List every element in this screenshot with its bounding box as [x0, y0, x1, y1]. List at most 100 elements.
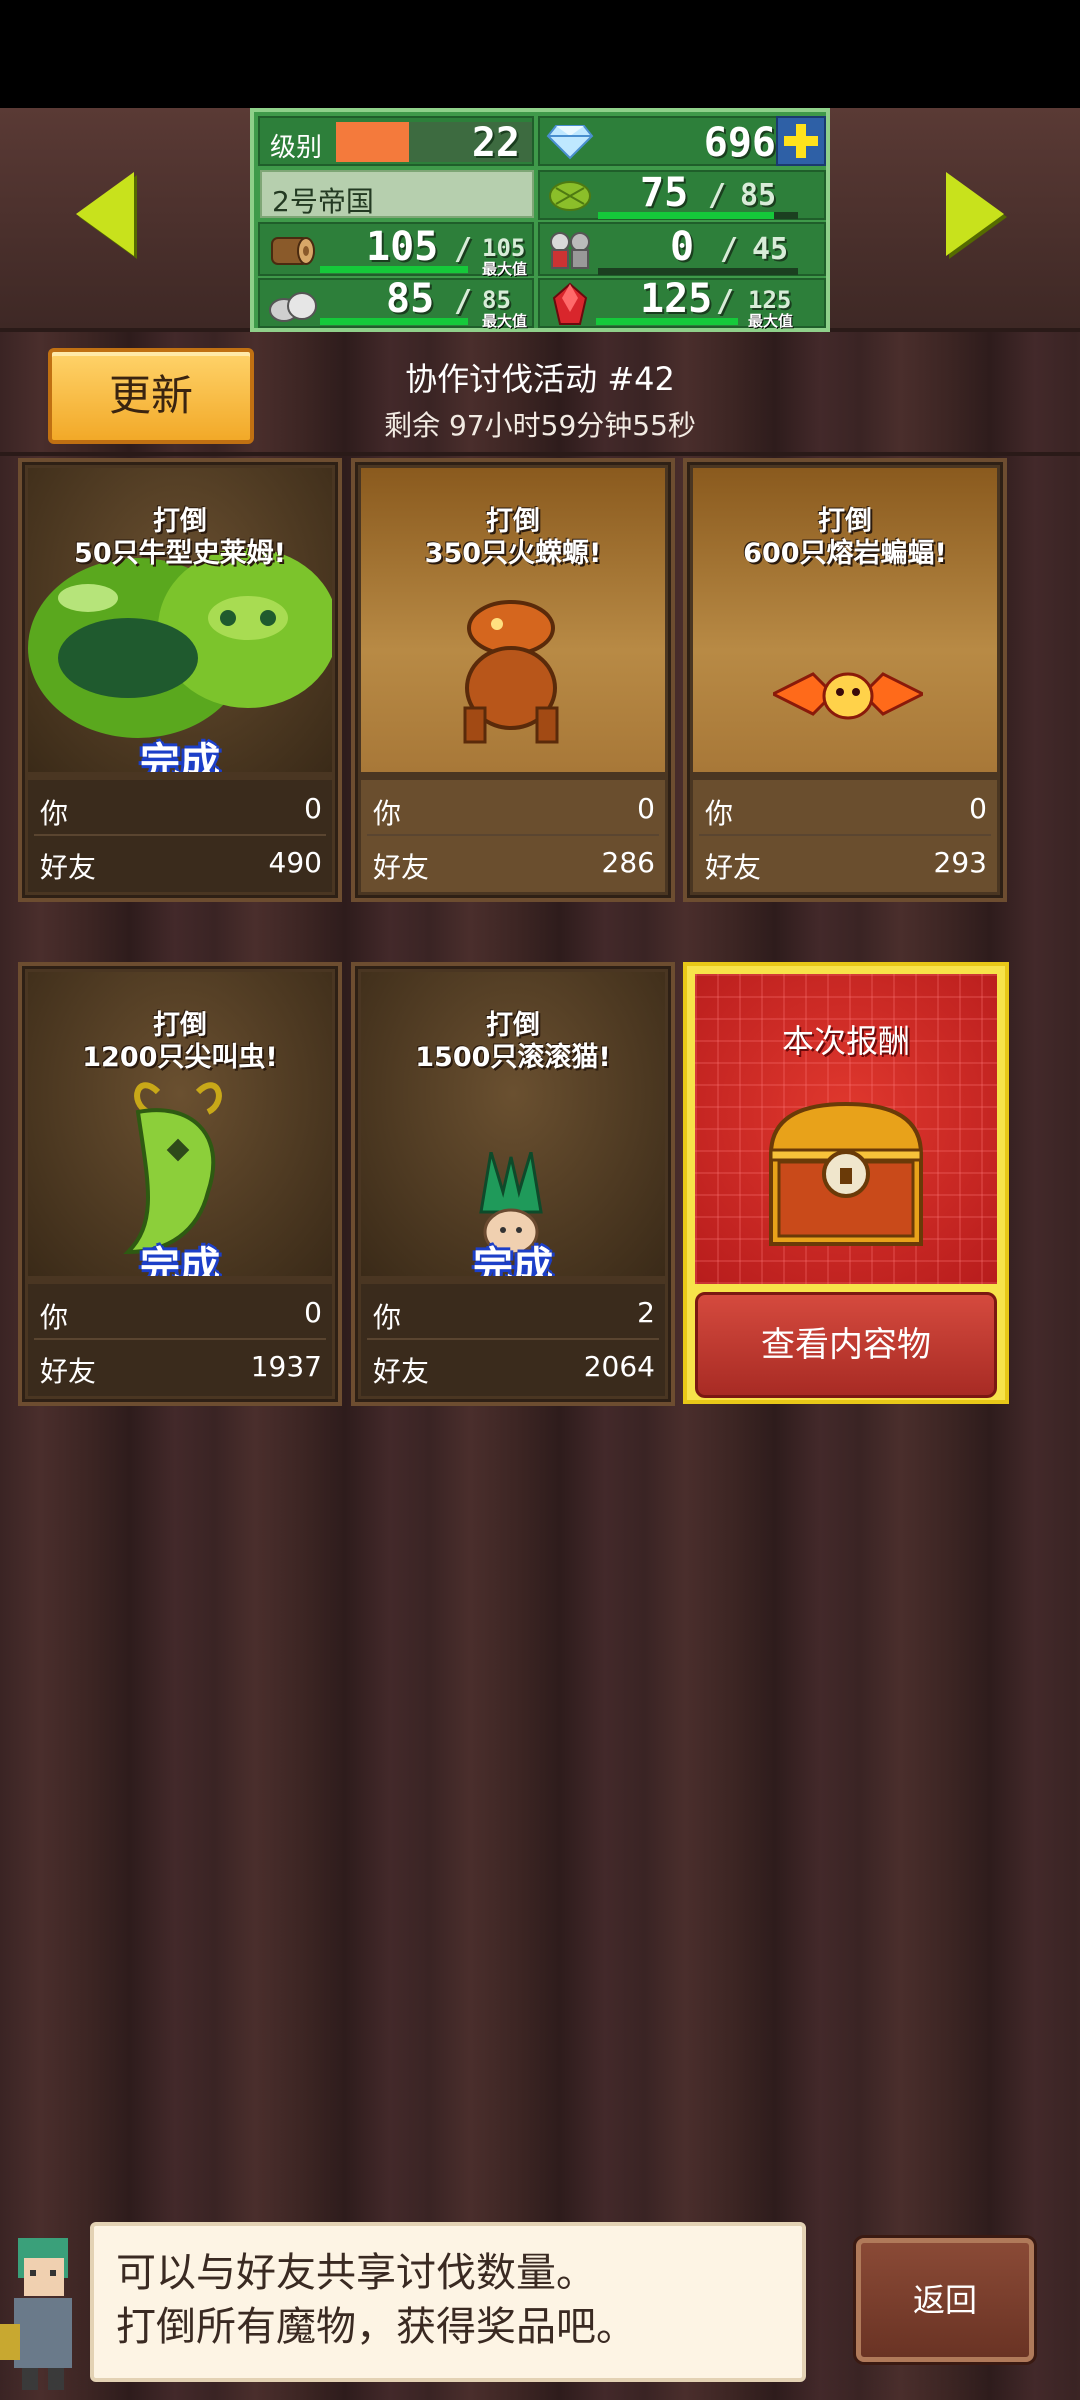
quest-card-cat[interactable]: 打倒 1500只滚滚猫! 完成 你2 好友 2064: [351, 962, 675, 1406]
quest-title: 打倒 1500只滚滚猫!: [361, 1010, 665, 1074]
friends-count: 293: [933, 846, 987, 879]
you-label: 你: [40, 797, 69, 830]
quest-title: 打倒 350只火蝾螈!: [361, 506, 665, 570]
friends-label: 好友: [40, 851, 97, 884]
soldiers-max: 45: [752, 232, 789, 267]
you-count: 0: [969, 792, 987, 825]
you-row: 你0: [705, 792, 987, 832]
food-slash: /: [708, 178, 727, 213]
quest-title-target: 1500只滚滚猫!: [415, 1042, 611, 1073]
ruby-slash: /: [716, 284, 735, 319]
friends-row: 好友 490: [40, 846, 322, 886]
quest-title-target: 1200只尖叫虫!: [82, 1042, 278, 1073]
food-max: 85: [740, 178, 777, 213]
stats-divider: [34, 1338, 326, 1340]
next-arrow-icon[interactable]: [946, 172, 1004, 256]
you-row: 你0: [40, 792, 322, 832]
stats-divider: [699, 834, 991, 836]
you-label: 你: [373, 797, 402, 830]
level-label: 级别: [270, 133, 323, 163]
system-status-bar: [0, 0, 1080, 108]
quest-art: 打倒 1500只滚滚猫! 完成: [361, 972, 665, 1276]
quest-stats: 你0 好友 293: [693, 780, 997, 892]
status-panel: 级别 22 696 2号帝国 75 / 85 105 / 105 最大值 0 /…: [250, 108, 830, 332]
quest-title-verb: 打倒: [153, 1010, 207, 1041]
wood-cell: 105 / 105 最大值: [258, 222, 534, 278]
back-button[interactable]: 返回: [856, 2238, 1034, 2362]
quest-stats: 你0 好友 490: [28, 780, 332, 892]
reward-panel: 本次报酬: [695, 974, 997, 1284]
diamond-icon: [546, 125, 594, 160]
quest-title: 打倒 1200只尖叫虫!: [28, 1010, 332, 1074]
quest-card-bat[interactable]: 打倒 600只熔岩蝙蝠! 你0 好友 293: [683, 458, 1007, 902]
ruby-icon: [552, 282, 588, 325]
quest-stats: 你2 好友 2064: [361, 1284, 665, 1396]
food-value: 75: [640, 170, 689, 216]
friends-row: 好友 293: [705, 846, 987, 886]
gems-value: 696: [703, 120, 776, 166]
stats-divider: [367, 1338, 659, 1340]
soldiers-bar-track: [598, 268, 798, 275]
you-label: 你: [373, 1301, 402, 1334]
quest-card-salamander[interactable]: 打倒 350只火蝾螈! 你0 好友 286: [351, 458, 675, 902]
quest-art: 打倒 600只熔岩蝙蝠!: [693, 468, 997, 772]
ruby-cell: 125 / 125 最大值: [538, 276, 826, 330]
stone-cell: 85 / 85 最大值: [258, 276, 534, 330]
level-progress-bar: [336, 122, 409, 162]
you-count: 0: [637, 792, 655, 825]
reward-title: 本次报酬: [781, 1022, 910, 1060]
you-row: 你2: [373, 1296, 655, 1336]
wood-progress-bar: [320, 266, 468, 273]
friends-count: 286: [601, 846, 655, 879]
wood-log-icon: [271, 237, 315, 265]
quest-title: 打倒 600只熔岩蝙蝠!: [693, 506, 997, 570]
update-button[interactable]: 更新: [48, 348, 254, 444]
quest-art: 打倒 350只火蝾螈!: [361, 468, 665, 772]
you-row: 你0: [40, 1296, 322, 1336]
wood-max-tag: 最大值: [482, 260, 528, 278]
view-contents-button[interactable]: 查看内容物: [695, 1292, 997, 1398]
gems-cell: 696: [538, 116, 788, 166]
stone-icon: [269, 292, 317, 322]
ruby-value: 125: [640, 276, 713, 322]
grain-icon: [549, 181, 591, 211]
friends-count: 1937: [250, 1350, 322, 1383]
friends-row: 好友 286: [373, 846, 655, 886]
wood-value: 105: [366, 224, 439, 270]
quest-title-target: 600只熔岩蝙蝠!: [743, 538, 947, 569]
empire-name: 2号帝国: [272, 185, 374, 218]
friends-label: 好友: [705, 851, 762, 884]
you-label: 你: [705, 797, 734, 830]
friends-label: 好友: [40, 1355, 97, 1388]
wood-slash: /: [454, 232, 473, 267]
food-cell: 75 / 85: [538, 170, 826, 220]
quest-title-verb: 打倒: [153, 506, 207, 537]
event-title: 协作讨伐活动 #42: [405, 360, 675, 398]
soldier-icon: [550, 232, 590, 269]
friends-count: 490: [268, 846, 322, 879]
add-gems-button[interactable]: [776, 116, 826, 166]
ruby-progress-bar: [596, 318, 738, 325]
salamander-icon: [463, 600, 559, 744]
you-count: 2: [637, 1296, 655, 1329]
soldiers-slash: /: [720, 232, 739, 267]
level-cell: 级别 22: [258, 116, 534, 166]
event-timer: 剩余 97小时59分钟55秒: [384, 409, 696, 442]
treasure-chest-icon: [768, 1101, 924, 1246]
done-label: 完成: [140, 1244, 220, 1276]
quest-stats: 你0 好友 1937: [28, 1284, 332, 1396]
quest-card-worm[interactable]: 打倒 1200只尖叫虫! 完成 你0 好友 1937: [18, 962, 342, 1406]
previous-arrow-icon[interactable]: [76, 172, 134, 256]
quest-card-slime[interactable]: 打倒 50只牛型史莱姆! 完成 你0 好友 490: [18, 458, 342, 902]
quest-stats: 你0 好友 286: [361, 780, 665, 892]
bat-icon: [773, 672, 923, 720]
hint-line-1: 可以与好友共享讨伐数量。: [116, 2250, 596, 2296]
plus-icon: [784, 124, 818, 158]
reward-card: 本次报酬 查看内容物: [683, 962, 1009, 1404]
you-count: 0: [304, 1296, 322, 1329]
you-row: 你0: [373, 792, 655, 832]
empire-name-field: 2号帝国: [260, 170, 534, 218]
level-value: 22: [471, 120, 520, 166]
header-divider: [0, 452, 1080, 456]
you-count: 0: [304, 792, 322, 825]
